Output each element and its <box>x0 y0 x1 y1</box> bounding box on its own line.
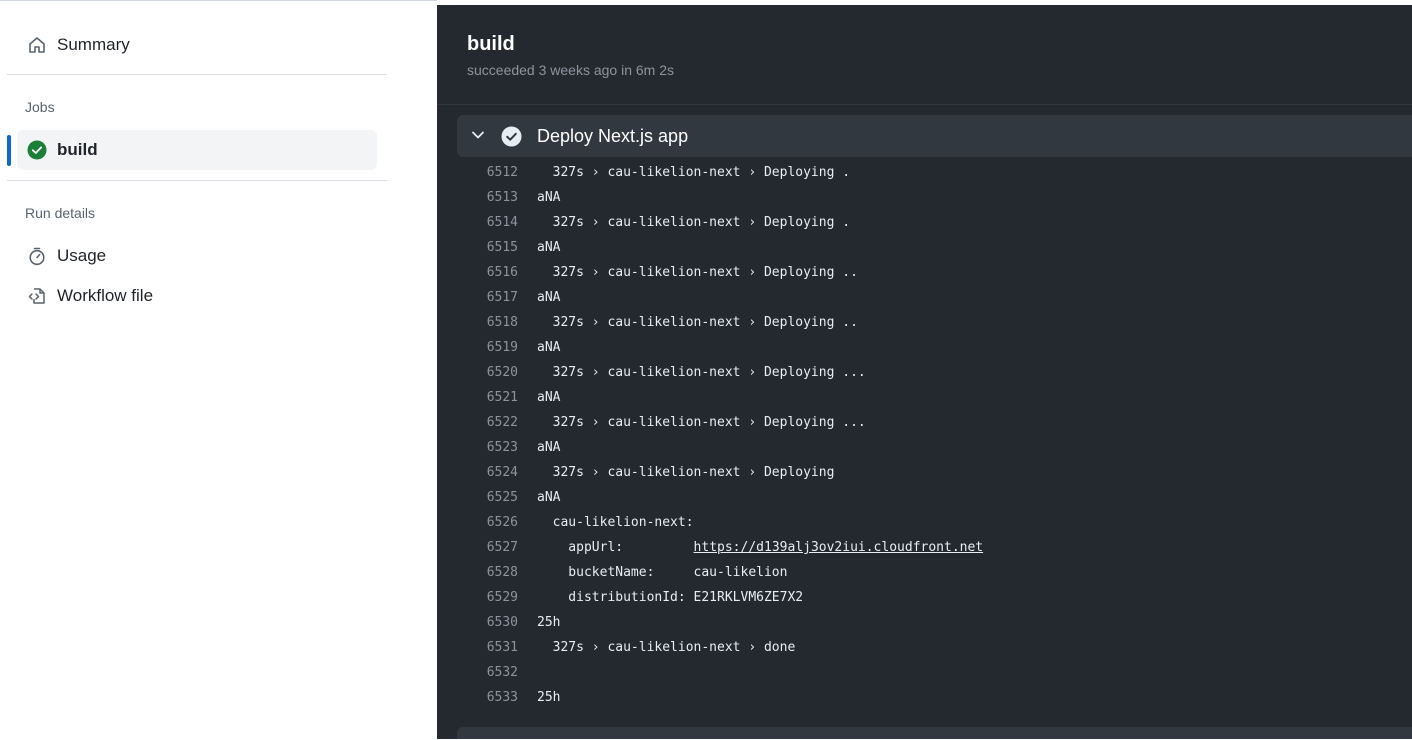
step-header-deploy[interactable]: Deploy Next.js app <box>457 115 1412 157</box>
line-number[interactable]: 6530 <box>462 610 518 635</box>
sidebar-item-summary[interactable]: Summary <box>17 25 377 65</box>
line-number[interactable]: 6528 <box>462 560 518 585</box>
log-text: aNA <box>537 390 561 405</box>
log-text: 327s › cau-likelion-next › Deploying . <box>537 165 851 180</box>
line-number[interactable]: 6520 <box>462 360 518 385</box>
log-output: 6512 327s › cau-likelion-next › Deployin… <box>437 160 1412 710</box>
job-log-panel: build succeeded 3 weeks ago in 6m 2s Dep… <box>437 5 1412 739</box>
log-text: 327s › cau-likelion-next › Deploying ... <box>537 365 866 380</box>
log-line: 6519 aNA <box>437 335 1412 360</box>
log-text: 327s › cau-likelion-next › done <box>537 640 796 655</box>
line-number[interactable]: 6519 <box>462 335 518 360</box>
line-number[interactable]: 6523 <box>462 435 518 460</box>
log-line: 6531 327s › cau-likelion-next › done <box>437 635 1412 660</box>
active-indicator <box>7 135 11 166</box>
line-number[interactable]: 6518 <box>462 310 518 335</box>
log-text: cau-likelion-next: <box>537 515 694 530</box>
line-number[interactable]: 6527 <box>462 535 518 560</box>
log-text: distributionId: E21RKLVM6ZE7X2 <box>537 590 804 605</box>
log-line: 6513 aNA <box>437 185 1412 210</box>
line-number[interactable]: 6513 <box>462 185 518 210</box>
step-label: Deploy Next.js app <box>537 126 689 146</box>
sidebar-item-build[interactable]: build <box>17 130 377 170</box>
log-line: 6527 appUrl: https://d139alj3ov2iui.clou… <box>437 535 1412 560</box>
log-line: 6517 aNA <box>437 285 1412 310</box>
log-text: 25h <box>537 615 561 630</box>
log-line: 6522 327s › cau-likelion-next › Deployin… <box>437 410 1412 435</box>
stopwatch-icon <box>27 246 47 266</box>
line-number[interactable]: 6514 <box>462 210 518 235</box>
line-number[interactable]: 6517 <box>462 285 518 310</box>
log-line: 6529 distributionId: E21RKLVM6ZE7X2 <box>437 585 1412 610</box>
sidebar: Summary Jobs build Run details Usage Wor… <box>0 0 437 740</box>
job-status: succeeded 3 weeks ago in 6m 2s <box>467 62 675 78</box>
divider <box>7 74 387 75</box>
log-text: 327s › cau-likelion-next › Deploying ... <box>537 415 866 430</box>
file-code-icon <box>27 286 47 306</box>
log-text: 327s › cau-likelion-next › Deploying <box>537 465 835 480</box>
job-title: build <box>467 33 515 55</box>
log-text: 327s › cau-likelion-next › Deploying .. <box>537 315 858 330</box>
log-line: 6518 327s › cau-likelion-next › Deployin… <box>437 310 1412 335</box>
log-line: 6512 327s › cau-likelion-next › Deployin… <box>437 160 1412 185</box>
sidebar-item-label: Summary <box>57 35 130 54</box>
log-line: 6532 <box>437 660 1412 685</box>
log-text: aNA <box>537 490 561 505</box>
sidebar-item-label: build <box>57 140 98 159</box>
log-line: 6526 cau-likelion-next: <box>437 510 1412 535</box>
line-number[interactable]: 6529 <box>462 585 518 610</box>
line-number[interactable]: 6521 <box>462 385 518 410</box>
line-number[interactable]: 6531 <box>462 635 518 660</box>
log-text: 327s › cau-likelion-next › Deploying .. <box>537 265 858 280</box>
line-number[interactable]: 6524 <box>462 460 518 485</box>
line-number[interactable]: 6522 <box>462 410 518 435</box>
log-line: 6524 327s › cau-likelion-next › Deployin… <box>437 460 1412 485</box>
sidebar-item-label: Workflow file <box>57 286 154 305</box>
log-line: 6516 327s › cau-likelion-next › Deployin… <box>437 260 1412 285</box>
sidebar-item-usage[interactable]: Usage <box>17 236 377 276</box>
divider <box>7 180 387 181</box>
log-text: aNA <box>537 440 561 455</box>
line-number[interactable]: 6525 <box>462 485 518 510</box>
log-text: 25h <box>537 690 561 705</box>
log-text: aNA <box>537 240 561 255</box>
log-line: 6520 327s › cau-likelion-next › Deployin… <box>437 360 1412 385</box>
divider <box>437 104 1412 105</box>
log-text: aNA <box>537 340 561 355</box>
log-text: bucketName: cau-likelion <box>537 565 788 580</box>
chevron-down-icon[interactable] <box>469 126 487 144</box>
log-text: aNA <box>537 190 561 205</box>
line-number[interactable]: 6515 <box>462 235 518 260</box>
log-text: 327s › cau-likelion-next › Deploying . <box>537 215 851 230</box>
check-circle-icon <box>27 140 47 160</box>
log-text: appUrl: https://d139alj3ov2iui.cloudfron… <box>537 540 984 555</box>
run-details-heading: Run details <box>25 205 96 221</box>
log-line: 6515 aNA <box>437 235 1412 260</box>
line-number[interactable]: 6516 <box>462 260 518 285</box>
sidebar-item-workflow-file[interactable]: Workflow file <box>17 276 377 316</box>
log-line: 6528 bucketName: cau-likelion <box>437 560 1412 585</box>
app-url-link[interactable]: https://d139alj3ov2iui.cloudfront.net <box>694 540 984 555</box>
line-number[interactable]: 6512 <box>462 160 518 185</box>
home-icon <box>27 35 47 55</box>
log-line: 6530 25h <box>437 610 1412 635</box>
sidebar-item-label: Usage <box>57 246 107 265</box>
check-circle-icon <box>501 126 522 147</box>
log-text: aNA <box>537 290 561 305</box>
log-line: 6514 327s › cau-likelion-next › Deployin… <box>437 210 1412 235</box>
log-line: 6533 25h <box>437 685 1412 710</box>
jobs-heading: Jobs <box>25 99 55 115</box>
line-number[interactable]: 6532 <box>462 660 518 685</box>
log-line: 6521 aNA <box>437 385 1412 410</box>
step-header-next[interactable] <box>457 727 1412 739</box>
log-line: 6525 aNA <box>437 485 1412 510</box>
line-number[interactable]: 6526 <box>462 510 518 535</box>
line-number[interactable]: 6533 <box>462 685 518 710</box>
log-line: 6523 aNA <box>437 435 1412 460</box>
